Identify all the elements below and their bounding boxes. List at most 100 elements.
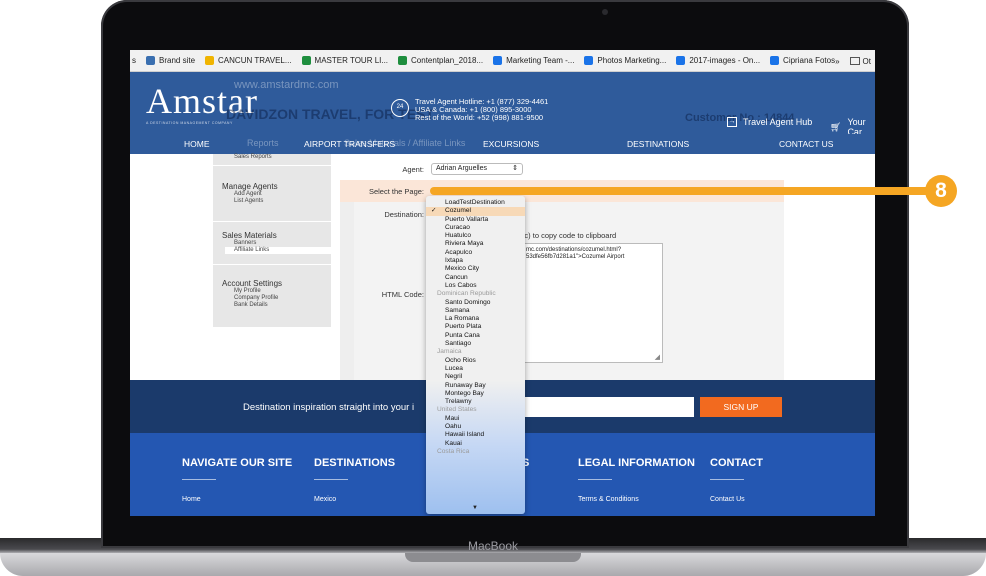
dropdown-option-label: United States	[437, 406, 477, 414]
bookmark-item[interactable]: s	[132, 56, 136, 65]
sidebar-item-bank-details[interactable]: Bank Details	[234, 302, 331, 309]
dropdown-option[interactable]: Puerto Plata	[426, 323, 525, 331]
bookmark-item[interactable]: Contentplan_2018...	[398, 56, 483, 65]
dropdown-option[interactable]: Santo Domingo	[426, 299, 525, 307]
nav-destinations[interactable]: DESTINATIONS	[627, 139, 689, 149]
dropdown-option[interactable]: Ixtapa	[426, 257, 525, 265]
dropdown-option[interactable]: Negril	[426, 373, 525, 381]
bookmark-item[interactable]: MASTER TOUR LI...	[301, 56, 388, 65]
dropdown-option[interactable]: Huatulco	[426, 232, 525, 240]
page-label: Select the Page:	[368, 187, 424, 196]
destination-dropdown[interactable]: LoadTestDestination ✓ Cozumel Puerto Vallar…	[426, 196, 525, 514]
folder-icon	[849, 57, 860, 65]
camera-icon	[602, 9, 608, 15]
bookmark-item[interactable]: Marketing Team -...	[493, 56, 574, 65]
dropdown-group-label: United States	[426, 406, 525, 414]
dropdown-option-label: Kauai	[445, 439, 462, 447]
dropdown-option[interactable]: Samana	[426, 307, 525, 315]
dropdown-option[interactable]: ✓ Cozumel	[426, 207, 525, 216]
html-code-textarea[interactable]: mc.com/destinations/cozumel.html? 53dfe5…	[511, 243, 663, 363]
dropdown-option[interactable]: Punta Cana	[426, 332, 525, 340]
copy-hint: Mac) to copy code to clipboard	[514, 231, 617, 240]
dropdown-option-label: Huatulco	[445, 232, 472, 240]
dropdown-option[interactable]: Santiago	[426, 340, 525, 348]
sidebar-item-my-profile[interactable]: My Profile	[234, 288, 331, 295]
dropdown-option[interactable]: La Romana	[426, 315, 525, 323]
dropdown-option-label: Ixtapa	[445, 257, 463, 265]
sidebar-title-manage-agents: Manage Agents	[222, 182, 278, 191]
dropdown-option-label: Samana	[445, 306, 470, 314]
hotline-line: Rest of the World: +52 (998) 881-9500	[415, 113, 544, 122]
agent-select[interactable]: Adrian Arguelles ⇕	[431, 163, 523, 175]
dropdown-option[interactable]: Puerto Vallarta	[426, 216, 525, 224]
bookmark-item[interactable]: 2017-images - On...	[676, 56, 760, 65]
dropdown-option-label: Santiago	[445, 340, 472, 348]
dropdown-option-label: Ocho Rios	[445, 356, 476, 364]
dropdown-option[interactable]: Oahu	[426, 423, 525, 431]
bookmark-item[interactable]: Cipriana Fotos	[770, 56, 835, 65]
dropdown-option[interactable]: Hawaii Island	[426, 431, 525, 439]
dropdown-option-label: LoadTestDestination	[445, 199, 505, 206]
dropdown-option-label: Dominican Republic	[437, 290, 496, 298]
signup-button[interactable]: SIGN UP	[700, 397, 782, 417]
dropdown-option[interactable]: Acapulco	[426, 249, 525, 257]
nav-home[interactable]: HOME	[184, 139, 210, 149]
bookmarks-bar: s Brand site CANCUN TRAVEL... MASTER TOUR L…	[130, 50, 875, 72]
select-arrows-icon: ⇕	[512, 165, 518, 172]
dropdown-option[interactable]: Runaway Bay	[426, 382, 525, 390]
sidebar-item-affiliate-links[interactable]: Affiliate Links	[225, 247, 331, 254]
dropdown-option-label: Oahu	[445, 423, 462, 431]
resize-handle-icon[interactable]: ◢	[655, 354, 660, 361]
dropdown-option-label: La Romana	[445, 315, 480, 323]
footer-link-contact[interactable]: Contact Us	[710, 496, 745, 503]
hub-icon: →	[727, 117, 737, 127]
footer-rule	[314, 479, 348, 480]
bookmark-icon	[205, 56, 215, 65]
dropdown-option[interactable]: Lucea	[426, 365, 525, 373]
nav-contact-us[interactable]: CONTACT US	[779, 139, 833, 149]
hotline-info: Travel Agent Hotline: +1 (877) 329-4461 …	[415, 98, 548, 122]
dropdown-option-label: Los Cabos	[445, 281, 477, 289]
dropdown-option[interactable]: Los Cabos	[426, 282, 525, 290]
bookmark-item[interactable]: Brand site	[146, 56, 195, 65]
dropdown-option[interactable]: Mexico City	[426, 265, 525, 273]
bookmark-item[interactable]: Photos Marketing...	[584, 56, 666, 65]
other-bookmarks-label[interactable]: Ot	[863, 57, 871, 66]
nav-excursions[interactable]: EXCURSIONS	[483, 139, 539, 149]
sidebar-sales-materials: Sales Materials Banners Affiliate Links	[213, 231, 331, 265]
sidebar-item-list-agents[interactable]: List Agents	[234, 198, 331, 205]
dropdown-group-label: Costa Rica	[426, 448, 525, 456]
footer-link-mexico[interactable]: Mexico	[314, 496, 336, 503]
dropdown-option[interactable]: LoadTestDestination	[426, 199, 525, 207]
sidebar-reports-block: Sales Reports	[213, 154, 331, 166]
dropdown-option[interactable]: Curacao	[426, 224, 525, 232]
footer-link-home[interactable]: Home	[182, 496, 201, 503]
bookmark-label: Photos Marketing...	[597, 56, 667, 65]
faint-breadcrumb: Sales Materials / Affiliate Links	[344, 138, 466, 148]
sidebar-item-banners[interactable]: Banners	[234, 240, 331, 247]
dropdown-option-label: Maui	[445, 414, 460, 422]
dropdown-option-label: Curacao	[445, 223, 470, 231]
footer-heading-legal: LEGAL INFORMATION	[578, 457, 695, 469]
sidebar-item-company-profile[interactable]: Company Profile	[234, 295, 331, 302]
dropdown-option-label: Cozumel	[445, 207, 472, 215]
dropdown-option-label: Cancun	[445, 273, 468, 281]
more-bookmarks-button[interactable]: »	[835, 57, 839, 66]
main-nav: HOME AIRPORT TRANSFERS EXCURSIONS DESTIN…	[130, 134, 875, 154]
dropdown-option[interactable]: Ocho Rios	[426, 357, 525, 365]
dropdown-option[interactable]: Riviera Maya	[426, 240, 525, 248]
bookmark-item[interactable]: CANCUN TRAVEL...	[205, 56, 292, 65]
scroll-down-icon[interactable]: ▼	[472, 505, 478, 511]
travel-agent-hub-link[interactable]: → Travel Agent Hub	[727, 117, 812, 127]
dropdown-option[interactable]: Maui	[426, 415, 525, 423]
bookmark-label: CANCUN TRAVEL...	[218, 56, 292, 65]
sidebar-item-add-agent[interactable]: Add Agent	[234, 191, 331, 198]
footer-link-terms[interactable]: Terms & Conditions	[578, 496, 639, 503]
dropdown-option[interactable]: Cancun	[426, 274, 525, 282]
footer-heading-navigate: NAVIGATE OUR SITE	[182, 457, 293, 469]
faint-url: www.amstardmc.com	[234, 79, 339, 91]
dropdown-option[interactable]: Kauai	[426, 440, 525, 448]
dropdown-option[interactable]: Montego Bay	[426, 390, 525, 398]
dropdown-option[interactable]: Trelawny	[426, 398, 525, 406]
sidebar-item-sales-reports[interactable]: Sales Reports	[234, 154, 331, 161]
